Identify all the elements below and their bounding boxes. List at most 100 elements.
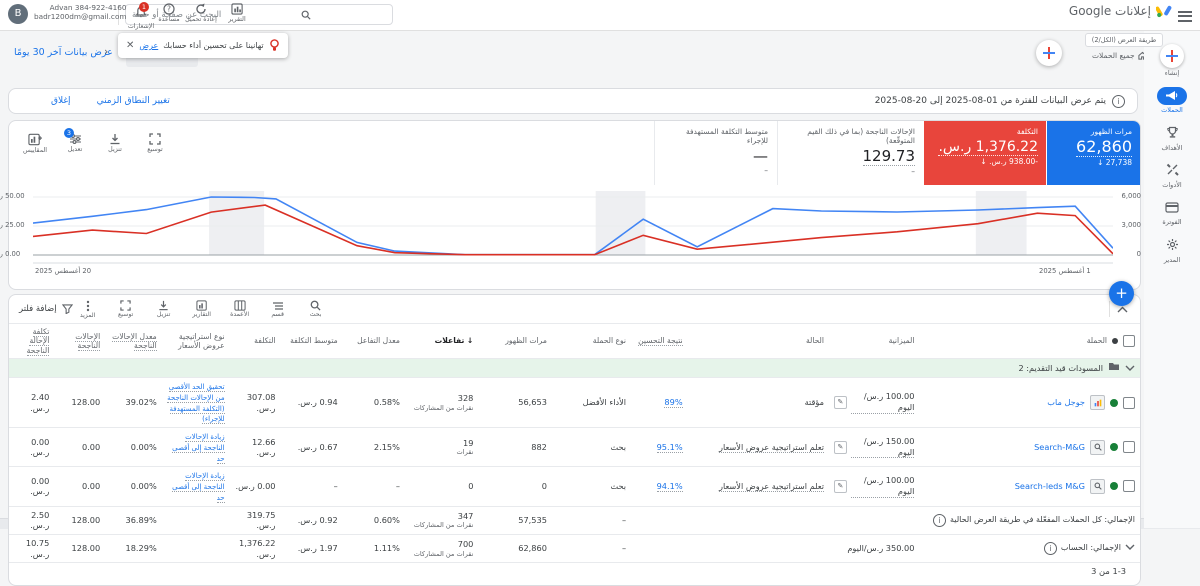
chevron-down-icon[interactable] [1125, 543, 1135, 553]
nav-item-goals[interactable]: الأهداف [1144, 123, 1200, 152]
expand-button[interactable]: توسيع [139, 133, 171, 154]
column-header[interactable]: معدل الإحالات الناجحة [105, 324, 162, 360]
table-row[interactable]: جوجل ماب 100.00 ر.س/اليوم ✎ مؤقتة 89% الأداء … [9, 377, 1140, 429]
column-header[interactable]: متوسط التكلفة [280, 324, 343, 360]
table-expand-button[interactable]: توسيع [111, 300, 141, 318]
promo-view-link[interactable]: عرض [139, 41, 158, 50]
row-checkbox[interactable] [1123, 396, 1135, 409]
reports-button[interactable]: التقرير [218, 3, 256, 23]
segment-icon [272, 301, 283, 310]
nav-item-billing[interactable]: الفوترة [1144, 198, 1200, 226]
info-icon: i [1112, 94, 1125, 108]
avatar[interactable]: B [8, 4, 28, 24]
promo-tooltip: تهانينا على تحسين أداء حسابك عرض ✕ [118, 33, 288, 58]
metric-card-impressions[interactable]: مرات الظهور 62,860 27,738 ↓ [1047, 121, 1140, 185]
column-header[interactable]: معدل التفاعل [342, 324, 405, 360]
bid-strategy-cell: زيادة الإحالات الناجحة إلى أقصى حد [161, 466, 230, 507]
cost-cell: 0.00 ر.س. [229, 466, 281, 507]
columns-icon [234, 300, 246, 311]
view-selector[interactable]: جميع الحملات [1092, 51, 1147, 60]
promo-close-icon[interactable]: ✕ [126, 40, 134, 51]
menu-icon[interactable] [1178, 8, 1192, 24]
column-header[interactable]: مرات الظهور [478, 324, 552, 360]
table-row[interactable]: Search-leds M&G 100.00 ر.س/اليوم ✎ تعلم است… [9, 466, 1140, 507]
row-checkbox[interactable] [1123, 441, 1135, 454]
notice-close-link[interactable]: إغلاق [51, 96, 71, 106]
campaign-link[interactable]: جوجل ماب [1047, 397, 1085, 408]
y-axis-tick: 50.00 ر.س. [0, 192, 25, 200]
last-30-days-link[interactable]: عرض بيانات آخر 30 يومًا [14, 47, 113, 58]
column-header[interactable]: نوع استراتيجية عروض الأسعار [161, 324, 230, 360]
column-header[interactable]: التكلفة [229, 324, 281, 360]
row-checkbox[interactable] [1123, 480, 1135, 493]
adjust-button[interactable]: 3 تعديل [59, 128, 91, 154]
edit-budget-icon[interactable]: ✎ [833, 440, 847, 454]
column-header[interactable]: الحالة [687, 324, 829, 360]
columns-button[interactable]: الأعمدة [225, 300, 255, 318]
metrics-button[interactable]: المقاييس [19, 133, 51, 154]
google-ads-logo[interactable]: إعلانات Google [1069, 4, 1172, 18]
notifications-button[interactable]: 1 الإشعارات [122, 2, 160, 30]
conversions-cell: 128.00 [54, 506, 106, 535]
column-header[interactable]: ↓ تفاعلات [404, 324, 479, 360]
table-reports-button[interactable]: التقارير [187, 300, 217, 318]
table-search-button[interactable]: بحث [301, 300, 331, 318]
conv-rate-cell: 0.00% [105, 427, 162, 468]
download-button[interactable]: تنزيل [99, 133, 131, 154]
edit-budget-icon[interactable]: ✎ [833, 396, 847, 410]
expand-icon [120, 300, 131, 311]
download-label: تنزيل [156, 311, 171, 318]
add-fab[interactable]: + [1109, 281, 1134, 306]
budget-cell: 100.00 ر.س/اليوم ✎ [828, 466, 920, 507]
more-button[interactable]: المزيد [73, 300, 103, 319]
metric-card-cost[interactable]: التكلفة 1,376.22 ر.س. -938.00 ر.س. ↓ [924, 121, 1046, 185]
metric-card-conversions[interactable]: الإحالات الناجحة (بما في ذلك القيم المتو… [777, 121, 923, 185]
header-checkbox[interactable] [1123, 335, 1135, 348]
table-download-button[interactable]: تنزيل [149, 300, 179, 318]
y-axis-tick: 3,000 [1121, 221, 1141, 229]
campaign-cell: Search-M&G [919, 427, 1140, 468]
campaign-cell: Search-leds M&G [919, 466, 1140, 507]
metric-delta: 27,738 [1105, 158, 1132, 168]
folder-icon [1108, 362, 1120, 374]
create-campaign-fab[interactable] [1036, 40, 1062, 66]
add-filter-button[interactable]: إضافة فلتر [19, 304, 73, 314]
nav-item-admin[interactable]: المدير [1144, 235, 1200, 264]
campaign-link[interactable]: Search-leds M&G [1015, 481, 1085, 492]
column-header[interactable]: تكلفة الإحالة الناجحة [9, 324, 55, 360]
enabled-status-icon [1110, 482, 1118, 491]
drafts-group-row[interactable]: المسودات قيد التقديم: 2 [9, 358, 1140, 379]
arrow-down-icon: ↓ [1097, 158, 1104, 168]
campaign-link[interactable]: Search-M&G [1034, 442, 1085, 453]
column-header[interactable]: الإحالات الناجحة [54, 324, 106, 360]
performance-chart[interactable] [33, 191, 1113, 271]
edit-budget-icon[interactable]: ✎ [833, 479, 847, 493]
interactions-cell: 328 نقرات من المشاركات [404, 377, 479, 429]
column-header[interactable]: الميزانية [828, 324, 920, 360]
column-header[interactable]: نوع الحملة [551, 324, 632, 360]
metric-value: — [753, 146, 768, 165]
nav-admin-label: المدير [1163, 255, 1181, 264]
series-left [33, 204, 1113, 256]
column-header[interactable]: الحملة [919, 324, 1140, 360]
change-date-range-link[interactable]: تغيير النطاق الزمني [97, 96, 170, 106]
column-header[interactable]: نتيجة التحسين [631, 324, 688, 360]
nav-item-campaigns[interactable]: الحملات [1144, 86, 1200, 114]
filter-icon [61, 304, 73, 314]
x-axis-label-left: 20 أغسطس 2025 [35, 267, 92, 275]
metric-card-target-cpa[interactable]: متوسط التكلفة المستهدفة للإجراء — – [654, 121, 776, 185]
table-row[interactable]: Search-M&G 150.00 ر.س/اليوم ✎ تعلم استراتيج… [9, 427, 1140, 468]
search-icon [310, 300, 321, 311]
segment-button[interactable]: قسم [263, 301, 293, 318]
nav-item-tools[interactable]: الأدوات [1144, 161, 1200, 189]
interactions-cell: 0 [404, 466, 479, 507]
account-info[interactable]: Advan 384-922-4160 badr1200dm@gmail.com [34, 3, 127, 22]
budget-cell: 350.00 ر.س/اليوم [828, 534, 920, 564]
chevron-down-icon[interactable] [1125, 363, 1135, 374]
chevron-left-icon[interactable]: ‹ [104, 45, 108, 58]
chart-toolbar: المقاييس 3 تعديل تنزيل توسيع [19, 128, 171, 154]
interactions-cell: 19 نقرات [404, 427, 479, 468]
cost-per-conv-cell: 0.00 ر.س. [9, 466, 55, 507]
nav-create-button[interactable]: إنشاء [1144, 44, 1200, 77]
collapse-chevron-icon[interactable] [1117, 306, 1128, 313]
